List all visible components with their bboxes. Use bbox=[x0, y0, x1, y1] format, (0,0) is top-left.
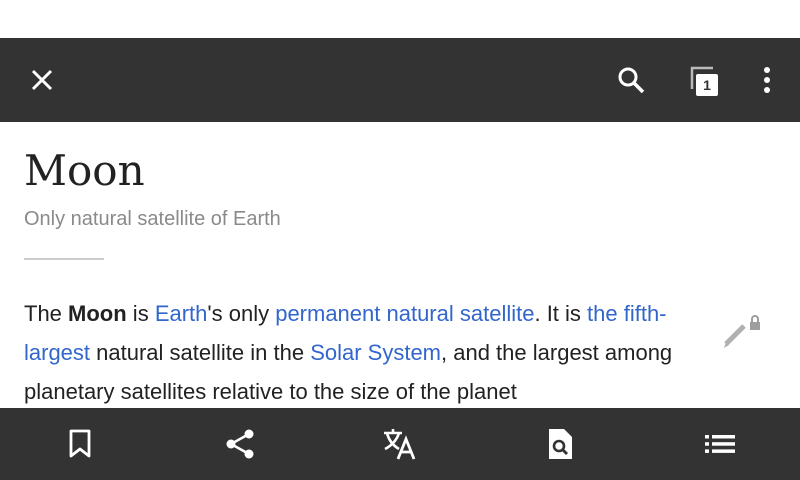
article-title: Moon bbox=[24, 146, 145, 195]
close-icon bbox=[31, 69, 53, 91]
search-icon bbox=[618, 67, 645, 94]
bookmark-icon bbox=[69, 429, 91, 458]
lead-text: . It is bbox=[534, 301, 588, 326]
find-in-page-icon bbox=[549, 429, 572, 459]
share-button[interactable] bbox=[160, 408, 320, 480]
search-button[interactable] bbox=[601, 38, 661, 122]
lead-paragraph: The Moon is Earth's only permanent natur… bbox=[24, 294, 724, 408]
lead-text: The bbox=[24, 301, 69, 326]
save-button[interactable] bbox=[0, 408, 160, 480]
top-toolbar bbox=[0, 38, 800, 122]
status-bar bbox=[0, 0, 800, 38]
lead-text: 's only bbox=[207, 301, 276, 326]
edit-locked-button[interactable] bbox=[720, 312, 764, 352]
overflow-menu-icon bbox=[764, 67, 770, 93]
contents-button[interactable] bbox=[640, 408, 800, 480]
translate-icon bbox=[384, 429, 416, 460]
lead-text: is bbox=[126, 301, 155, 326]
bottom-action-bar bbox=[0, 408, 800, 480]
article-description: Only natural satellite of Earth bbox=[24, 208, 281, 230]
close-button[interactable] bbox=[12, 38, 72, 122]
link-permanent-natural-satellite[interactable]: permanent natural satellite bbox=[275, 301, 534, 326]
lead-bold-term: Moon bbox=[68, 301, 127, 326]
link-solar-system[interactable]: Solar System bbox=[310, 340, 441, 365]
article-content: Moon Only natural satellite of Earth The… bbox=[0, 122, 800, 408]
link-earth[interactable]: Earth bbox=[155, 301, 208, 326]
contents-icon bbox=[705, 435, 735, 453]
edit-locked-icon bbox=[724, 315, 760, 348]
find-in-page-button[interactable] bbox=[480, 408, 640, 480]
tabs-count-badge: 1 bbox=[696, 74, 718, 96]
translate-button[interactable] bbox=[320, 408, 480, 480]
lead-text: natural satellite in the bbox=[90, 340, 311, 365]
overflow-menu-button[interactable] bbox=[737, 38, 797, 122]
title-divider bbox=[24, 258, 104, 260]
share-icon bbox=[226, 429, 254, 459]
